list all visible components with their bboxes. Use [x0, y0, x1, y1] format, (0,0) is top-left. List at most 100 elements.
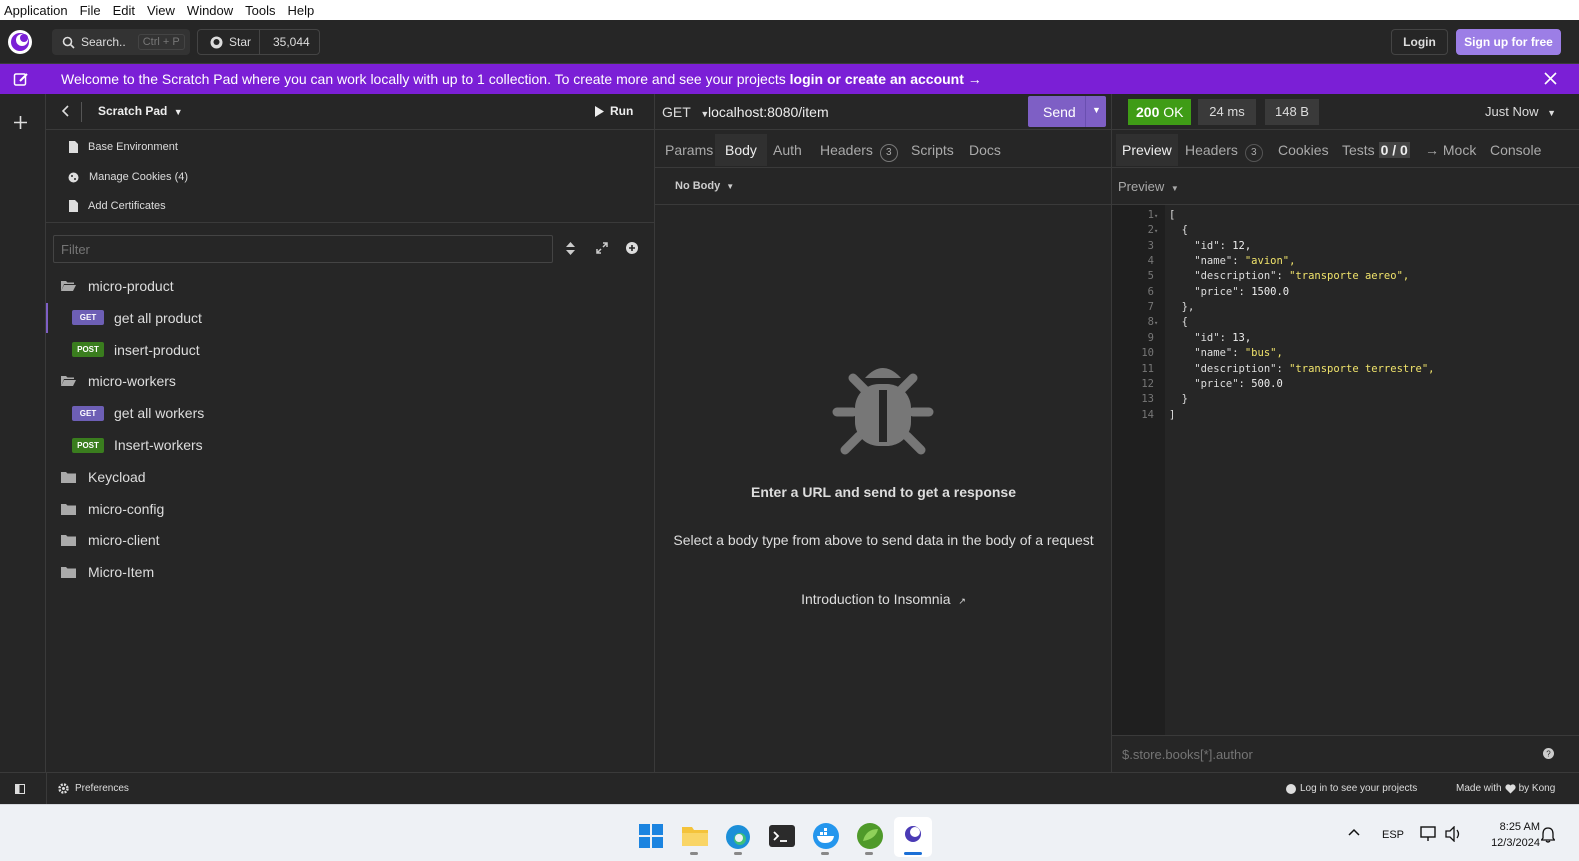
request-item[interactable]: POST Insert-workers — [46, 430, 655, 460]
tab-params[interactable]: Params — [665, 142, 713, 158]
chevron-up-icon[interactable] — [1348, 828, 1360, 836]
github-star-button[interactable]: Star 35,044 — [197, 29, 320, 55]
line-number: 10 — [1141, 347, 1154, 360]
login-button[interactable]: Login — [1391, 29, 1448, 55]
back-icon[interactable] — [61, 105, 71, 117]
menu-application[interactable]: Application — [4, 3, 68, 18]
language-indicator[interactable]: ESP — [1382, 829, 1404, 841]
tab-body[interactable]: Body — [715, 134, 767, 166]
body-type-selector[interactable]: No Body ▼ — [675, 180, 734, 192]
code-key: "name": — [1169, 347, 1245, 360]
run-button[interactable]: Run — [594, 104, 633, 118]
tab-headers[interactable]: Headers 3 — [820, 142, 898, 162]
menu-tools[interactable]: Tools — [245, 3, 275, 18]
menu-view[interactable]: View — [147, 3, 175, 18]
spring-tools-icon[interactable] — [856, 823, 884, 849]
manage-cookies-item[interactable]: Manage Cookies (4) — [68, 171, 188, 183]
history-selector[interactable]: Just Now ▼ — [1485, 104, 1556, 119]
folder-item[interactable]: micro-product — [46, 271, 655, 301]
cookie-icon — [68, 172, 79, 183]
search-button[interactable]: Search.. Ctrl + P — [52, 29, 190, 55]
menu-help[interactable]: Help — [288, 3, 315, 18]
banner-text: Welcome to the Scratch Pad where you can… — [61, 71, 790, 87]
code-line: 4 "name": "avion", — [1112, 254, 1579, 269]
menu-file[interactable]: File — [80, 3, 101, 18]
chevron-down-icon[interactable]: ▼ — [1092, 105, 1101, 115]
preview-mode-selector[interactable]: Preview ▼ — [1118, 179, 1179, 194]
post-method-badge: POST — [72, 342, 104, 358]
post-method-badge: POST — [72, 437, 104, 453]
folder-item[interactable]: micro-workers — [46, 366, 655, 396]
tab-console[interactable]: Console — [1490, 142, 1541, 158]
code-line: 6 "price": 1500.0 — [1112, 285, 1579, 300]
search-label: Search.. — [81, 35, 126, 49]
tab-docs[interactable]: Docs — [969, 142, 1001, 158]
login-projects-label: Log in to see your projects — [1300, 783, 1418, 794]
insomnia-logo-icon[interactable] — [7, 29, 33, 55]
file-explorer-icon[interactable] — [682, 824, 708, 848]
url-input[interactable]: localhost:8080/item — [708, 104, 829, 120]
insomnia-taskbar-button[interactable] — [894, 817, 932, 857]
notification-bell-icon[interactable] — [1541, 827, 1555, 843]
add-circle-icon[interactable] — [626, 242, 638, 254]
folder-open-icon — [61, 375, 76, 387]
help-icon[interactable]: ? — [1543, 748, 1554, 759]
volume-icon[interactable] — [1445, 826, 1463, 842]
menu-window[interactable]: Window — [187, 3, 233, 18]
request-item[interactable]: POST insert-product — [46, 335, 655, 365]
response-filter-input[interactable] — [1112, 736, 1532, 772]
code-key: "id": — [1169, 239, 1233, 252]
preferences-button[interactable]: Preferences — [58, 783, 129, 794]
folder-item[interactable]: micro-config — [46, 494, 655, 524]
status-code: 200 — [1136, 104, 1160, 120]
add-certificates-item[interactable]: Add Certificates — [68, 200, 166, 212]
response-tabs: Preview Headers 3 Cookies Tests 0 / 0 → … — [1112, 130, 1579, 168]
tab-response-headers[interactable]: Headers 3 — [1185, 142, 1263, 162]
request-label: Insert-workers — [114, 437, 203, 453]
edge-browser-icon[interactable] — [725, 824, 751, 850]
tab-mock[interactable]: → Mock — [1425, 142, 1476, 158]
gear-icon — [58, 783, 69, 794]
folder-open-icon — [61, 280, 76, 292]
response-time: 24 ms — [1198, 99, 1256, 125]
filter-input[interactable] — [53, 235, 553, 263]
sort-icon[interactable] — [566, 242, 575, 255]
send-label: Send — [1043, 104, 1076, 120]
tab-cookies[interactable]: Cookies — [1278, 142, 1329, 158]
folder-label: Keycload — [88, 468, 146, 485]
intro-link[interactable]: Introduction to Insomnia ↗ — [655, 591, 1112, 607]
tab-auth[interactable]: Auth — [773, 142, 802, 158]
folder-item[interactable]: Micro-Item — [46, 557, 655, 587]
docker-icon[interactable] — [812, 823, 840, 849]
network-icon[interactable] — [1420, 826, 1438, 842]
method-selector[interactable]: GET ▼ — [662, 104, 709, 120]
signup-button[interactable]: Sign up for free — [1456, 29, 1561, 55]
terminal-icon[interactable] — [769, 825, 795, 847]
base-environment-item[interactable]: Base Environment — [68, 141, 178, 153]
made-with-kong[interactable]: Made with by Kong — [1456, 783, 1555, 794]
banner-login-link[interactable]: login or create an account → — [790, 71, 982, 87]
project-selector[interactable]: Scratch Pad ▼ — [98, 104, 183, 118]
tab-preview[interactable]: Preview — [1116, 134, 1178, 166]
clock-date: 12/3/2024 — [1491, 837, 1540, 849]
response-pane: 200 OK 24 ms 148 B Just Now ▼ Preview He… — [1112, 94, 1579, 772]
folder-item[interactable]: micro-client — [46, 525, 655, 555]
system-clock[interactable]: 8:25 AM 12/3/2024 — [1470, 819, 1540, 851]
login-projects-link[interactable]: Log in to see your projects — [1286, 783, 1417, 794]
windows-start-icon[interactable] — [639, 824, 663, 848]
sidebar-toggle-icon[interactable] — [15, 784, 25, 794]
app-header: Search.. Ctrl + P Star 35,044 Login Sign… — [0, 20, 1579, 64]
request-item[interactable]: GET get all product — [46, 302, 655, 333]
code-line: 13 } — [1112, 392, 1579, 407]
tab-scripts[interactable]: Scripts — [911, 142, 954, 158]
folder-item[interactable]: Keycload — [46, 462, 655, 492]
request-item[interactable]: GET get all workers — [46, 398, 655, 428]
plus-icon[interactable] — [14, 116, 27, 129]
tab-tests-label: Tests — [1342, 142, 1375, 158]
send-button[interactable]: Send ▼ — [1028, 96, 1106, 127]
menu-edit[interactable]: Edit — [113, 3, 135, 18]
close-icon[interactable] — [1544, 72, 1557, 85]
expand-icon[interactable] — [596, 242, 608, 254]
response-headers-count: 3 — [1244, 144, 1263, 162]
tab-tests[interactable]: Tests 0 / 0 — [1342, 142, 1410, 158]
